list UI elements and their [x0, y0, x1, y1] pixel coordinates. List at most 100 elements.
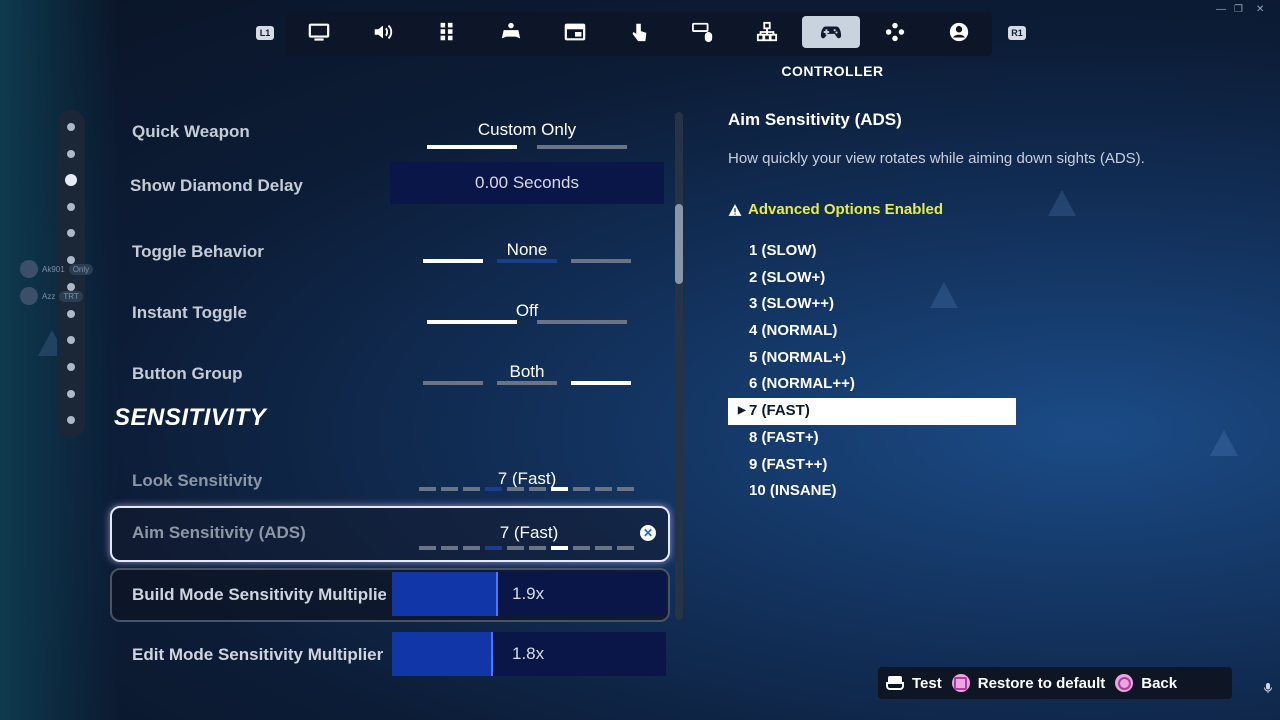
setting-aim-sensitivity-selected[interactable]: Aim Sensitivity (ADS) 7 (Fast) ✕ [110, 506, 670, 562]
level-segment [485, 546, 502, 550]
network-icon [756, 21, 778, 42]
setting-build-mode-multiplier[interactable]: Build Mode Sensitivity Multiplier 1.9x [110, 568, 670, 622]
setting-show-diamond-delay[interactable]: Show Diamond Delay 0.00 Seconds [100, 162, 670, 218]
rail-dot[interactable] [67, 203, 75, 211]
setting-instant-toggle[interactable]: Instant Toggle Off [100, 289, 670, 345]
rail-dot[interactable] [67, 390, 75, 398]
setting-quick-weapon[interactable]: Quick Weapon Custom Only [100, 108, 670, 164]
tab-video[interactable] [290, 16, 348, 48]
tab-account[interactable] [930, 16, 988, 48]
option-indicator [537, 320, 627, 324]
slider-fill [392, 632, 493, 676]
advanced-options-text: Advanced Options Enabled [748, 201, 944, 218]
speaker-icon [374, 24, 393, 40]
setting-value: 7 (Fast) [497, 469, 557, 488]
setting-value: Custom Only [477, 120, 577, 139]
setting-edit-mode-multiplier[interactable]: Edit Mode Sensitivity Multiplier 1.8x [110, 628, 670, 682]
setting-value: 0.00 Seconds [475, 173, 579, 192]
level-segment [441, 546, 458, 550]
scrollbar-thumb[interactable] [675, 204, 683, 284]
circle-button-icon [1115, 674, 1134, 692]
test-label: Test [912, 674, 942, 692]
option-item[interactable]: 2 (SLOW+) [728, 265, 1016, 292]
detail-description: How quickly your view rotates while aimi… [728, 150, 1145, 167]
option-label: 3 (SLOW++) [749, 295, 835, 313]
rail-dot[interactable] [67, 150, 75, 158]
r1-button-hint[interactable]: R1 [1008, 26, 1026, 40]
tab-game[interactable] [482, 16, 540, 48]
restore-default-action[interactable]: Restore to default [951, 674, 1106, 692]
monitor-icon [308, 23, 330, 41]
grid-icon [440, 22, 453, 41]
option-item[interactable]: 6 (NORMAL++) [728, 371, 1016, 398]
restore-window-icon[interactable]: ❐ [1234, 4, 1243, 15]
tab-network[interactable] [738, 16, 796, 48]
bottom-action-bar: Test Restore to default Back [878, 667, 1232, 699]
active-tab-caption: CONTROLLER [781, 63, 884, 79]
decor-triangle [1210, 430, 1238, 456]
tab-keyboard-mouse[interactable] [674, 16, 732, 48]
warning-icon [728, 203, 742, 216]
tab-touch[interactable] [610, 16, 668, 48]
rail-dot[interactable] [67, 416, 75, 424]
level-segment [507, 487, 524, 491]
option-indicator [427, 145, 517, 149]
nav-tab-strip [286, 12, 992, 56]
setting-value: Off [515, 301, 539, 320]
option-item-selected[interactable]: ▶ 7 (FAST) [728, 398, 1016, 425]
touchpad-icon [886, 676, 904, 690]
test-action[interactable]: Test [886, 675, 942, 692]
rail-dot[interactable] [67, 363, 75, 371]
advanced-options-notice: Advanced Options Enabled [728, 201, 943, 218]
setting-value: None [506, 240, 548, 259]
tab-controller-binds[interactable] [866, 16, 924, 48]
level-segment [441, 487, 458, 491]
setting-label: Button Group [132, 364, 243, 383]
party-member-name: Ak901 [42, 264, 65, 274]
option-indicator [427, 320, 517, 324]
option-item[interactable]: 1 (SLOW) [728, 238, 1016, 265]
setting-value: Both [509, 362, 545, 381]
tab-hud[interactable] [418, 16, 476, 48]
touch-icon [632, 23, 647, 42]
setting-look-sensitivity[interactable]: Look Sensitivity 7 (Fast) [100, 457, 670, 513]
controller-icon [820, 26, 842, 39]
settings-scrollbar[interactable] [675, 112, 683, 620]
restore-label: Restore to default [977, 674, 1106, 692]
level-segment [507, 546, 524, 550]
rail-dot[interactable] [67, 229, 75, 237]
slider-fill [392, 572, 499, 616]
rail-dot[interactable] [67, 336, 75, 344]
microphone-icon[interactable] [1262, 682, 1274, 694]
setting-toggle-behavior[interactable]: Toggle Behavior None [100, 228, 670, 284]
setting-value: 1.8x [512, 644, 545, 663]
rail-dot-active[interactable] [65, 174, 77, 186]
rail-dot[interactable] [67, 310, 75, 318]
setting-value: 1.9x [512, 584, 545, 603]
diamond-delay-field[interactable]: 0.00 Seconds [390, 162, 664, 204]
option-indicator [423, 259, 483, 263]
option-label: 4 (NORMAL) [749, 322, 838, 340]
minimize-icon[interactable]: — [1216, 4, 1226, 15]
option-item[interactable]: 10 (INSANE) [728, 478, 1016, 505]
back-action[interactable]: Back [1115, 674, 1177, 692]
party-member-tag: Only [68, 263, 94, 275]
tab-controller[interactable] [802, 16, 860, 48]
option-item[interactable]: 8 (FAST+) [728, 425, 1016, 452]
multiplier-slider[interactable]: 1.8x [392, 632, 666, 676]
option-item[interactable]: 5 (NORMAL+) [728, 345, 1016, 372]
tab-audio[interactable] [354, 16, 412, 48]
multiplier-slider[interactable]: 1.9x [392, 572, 666, 616]
close-window-icon[interactable]: ✕ [1256, 4, 1264, 15]
setting-value: 7 (Fast) [499, 523, 559, 542]
tab-display[interactable] [546, 16, 604, 48]
setting-button-group[interactable]: Button Group Both [100, 350, 670, 406]
rail-dot[interactable] [67, 123, 75, 131]
l1-button-hint[interactable]: L1 [256, 26, 274, 40]
option-item[interactable]: 4 (NORMAL) [728, 318, 1016, 345]
option-item[interactable]: 3 (SLOW++) [728, 291, 1016, 318]
option-item[interactable]: 9 (FAST++) [728, 452, 1016, 479]
setting-label: Instant Toggle [132, 303, 247, 322]
option-indicator [571, 259, 631, 263]
reset-value-icon[interactable]: ✕ [640, 525, 656, 541]
